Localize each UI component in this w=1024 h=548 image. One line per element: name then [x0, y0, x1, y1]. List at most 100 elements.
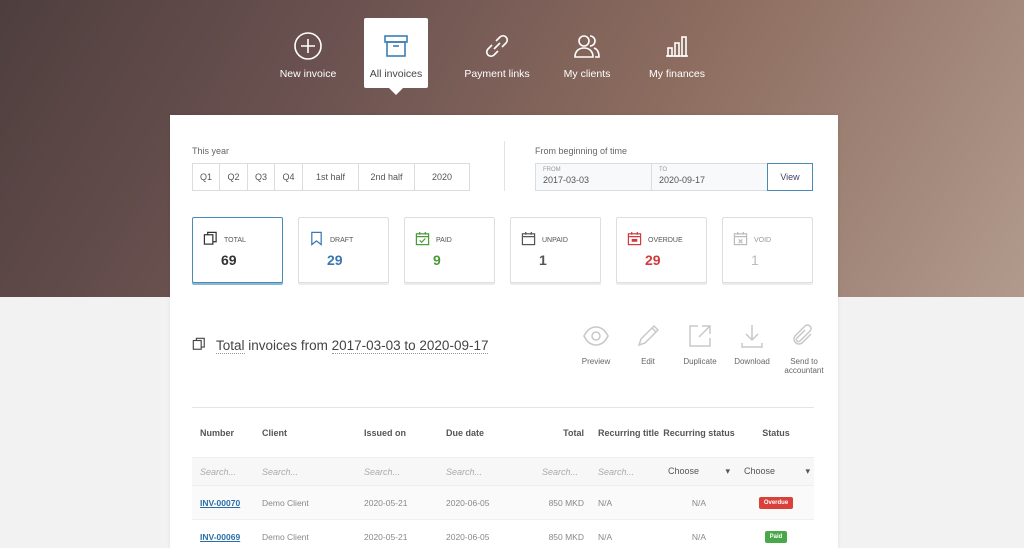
edit-button[interactable]: Edit: [622, 323, 674, 375]
col-client[interactable]: Client: [262, 428, 364, 438]
card-paid[interactable]: PAID 9: [404, 217, 495, 283]
list-title-prefix[interactable]: Total: [216, 338, 245, 354]
nav-label: My finances: [648, 68, 706, 80]
col-status[interactable]: Status: [738, 428, 814, 438]
card-label: OVERDUE: [648, 237, 683, 244]
to-date-field[interactable]: TO 2020-09-17: [651, 163, 767, 191]
card-value: 69: [221, 252, 237, 268]
bookmark-icon: [311, 231, 322, 246]
recurring-status-select[interactable]: Choose ▾: [660, 466, 738, 477]
card-value: 29: [645, 252, 661, 268]
chevron-down-icon: ▾: [725, 466, 730, 476]
col-recurring-title[interactable]: Recurring title: [598, 428, 660, 438]
card-overdue[interactable]: OVERDUE 29: [616, 217, 707, 283]
calendar-icon: [521, 231, 536, 246]
col-due-date[interactable]: Due date: [446, 428, 528, 438]
period-2nd-half[interactable]: 2nd half: [359, 164, 415, 190]
pencil-icon: [637, 324, 660, 347]
period-2020[interactable]: 2020: [415, 164, 469, 190]
plus-circle-icon: [294, 32, 322, 60]
issued-cell: 2020-05-21: [364, 531, 408, 542]
download-button[interactable]: Download: [726, 323, 778, 375]
recurring-title-cell: N/A: [598, 531, 613, 542]
search-recurring-title-input[interactable]: Search...: [598, 467, 660, 477]
nav-my-clients[interactable]: My clients: [552, 18, 622, 88]
from-label: FROM: [543, 167, 561, 173]
invoice-number-link[interactable]: INV-00069: [192, 532, 262, 542]
calendar-check-icon: [415, 231, 430, 246]
card-unpaid[interactable]: UNPAID 1: [510, 217, 601, 283]
nav-label: Payment links: [464, 68, 530, 80]
search-due-input[interactable]: Search...: [446, 467, 528, 477]
invoices-panel: This year Q1 Q2 Q3 Q4 1st half 2nd half …: [170, 115, 838, 548]
status-badge: Paid: [764, 531, 788, 543]
send-to-accountant-button[interactable]: Send to accountant: [778, 323, 830, 375]
download-icon: [741, 325, 763, 348]
copy-icon: [203, 231, 217, 245]
period-q4[interactable]: Q4: [275, 164, 303, 190]
total-cell: 850 MKD: [548, 497, 584, 508]
search-issued-input[interactable]: Search...: [364, 467, 446, 477]
list-title-mid: invoices from: [248, 338, 328, 353]
card-total[interactable]: TOTAL 69: [192, 217, 283, 283]
copy-icon: [192, 337, 205, 350]
to-label: TO: [659, 167, 668, 173]
action-label: Duplicate: [683, 357, 717, 366]
this-year-label: This year: [192, 146, 230, 156]
action-label: Download: [734, 357, 770, 366]
nav-my-finances[interactable]: My finances: [642, 18, 712, 88]
nav-new-invoice[interactable]: New invoice: [270, 18, 346, 88]
col-total[interactable]: Total: [528, 428, 598, 438]
from-value: 2017-03-03: [543, 175, 590, 185]
link-icon: [485, 34, 509, 58]
card-value: 1: [751, 252, 759, 268]
due-cell: 2020-06-05: [446, 531, 490, 542]
duplicate-button[interactable]: Duplicate: [674, 323, 726, 375]
select-value: Choose: [744, 466, 776, 476]
invoices-table: Number Client Issued on Due date Total R…: [192, 407, 814, 548]
status-select[interactable]: Choose ▾: [738, 466, 814, 477]
status-cell: Overdue: [738, 496, 814, 509]
card-value: 29: [327, 252, 343, 268]
search-total-input[interactable]: Search...: [528, 467, 598, 477]
period-q3[interactable]: Q3: [248, 164, 275, 190]
col-recurring-status[interactable]: Recurring status: [660, 428, 738, 438]
preview-button[interactable]: Preview: [570, 323, 622, 375]
list-title-range[interactable]: 2017-03-03 to 2020-09-17: [331, 338, 489, 354]
issued-cell: 2020-05-21: [364, 497, 408, 508]
recurring-status-cell: N/A: [691, 531, 707, 542]
table-row[interactable]: INV-00070 Demo Client 2020-05-21 2020-06…: [192, 486, 814, 520]
external-icon: [689, 325, 711, 347]
nav-all-invoices[interactable]: All invoices: [364, 18, 428, 95]
paperclip-icon: [793, 324, 812, 345]
invoice-number-link[interactable]: INV-00070: [192, 498, 262, 508]
col-issued-on[interactable]: Issued on: [364, 428, 446, 438]
bulk-actions: Preview Edit Duplicate Download Send to …: [570, 323, 830, 375]
table-body: INV-00070 Demo Client 2020-05-21 2020-06…: [192, 486, 814, 548]
table-header: Number Client Issued on Due date Total R…: [192, 407, 814, 457]
search-number-input[interactable]: Search...: [192, 467, 262, 477]
view-button[interactable]: View: [767, 163, 813, 191]
card-label: TOTAL: [224, 237, 246, 244]
nav-payment-links[interactable]: Payment links: [456, 18, 538, 88]
period-q2[interactable]: Q2: [220, 164, 248, 190]
col-number[interactable]: Number: [192, 428, 262, 438]
list-title: Total invoices from 2017-03-03 to 2020-0…: [216, 338, 489, 354]
recurring-status-cell: N/A: [691, 497, 707, 508]
card-value: 1: [539, 252, 547, 268]
calendar-void-icon: [733, 231, 748, 246]
action-label: Preview: [581, 357, 611, 366]
card-draft[interactable]: DRAFT 29: [298, 217, 389, 283]
from-date-field[interactable]: FROM 2017-03-03: [535, 163, 651, 191]
card-label: UNPAID: [542, 237, 568, 244]
table-row[interactable]: INV-00069 Demo Client 2020-05-21 2020-06…: [192, 520, 814, 548]
period-1st-half[interactable]: 1st half: [303, 164, 359, 190]
users-icon: [574, 35, 600, 58]
period-q1[interactable]: Q1: [193, 164, 220, 190]
card-void[interactable]: VOID 1: [722, 217, 813, 283]
due-cell: 2020-06-05: [446, 497, 490, 508]
client-cell: Demo Client: [262, 497, 309, 508]
nav-label: All invoices: [369, 68, 423, 80]
search-client-input[interactable]: Search...: [262, 467, 364, 477]
nav-label: My clients: [563, 68, 611, 80]
